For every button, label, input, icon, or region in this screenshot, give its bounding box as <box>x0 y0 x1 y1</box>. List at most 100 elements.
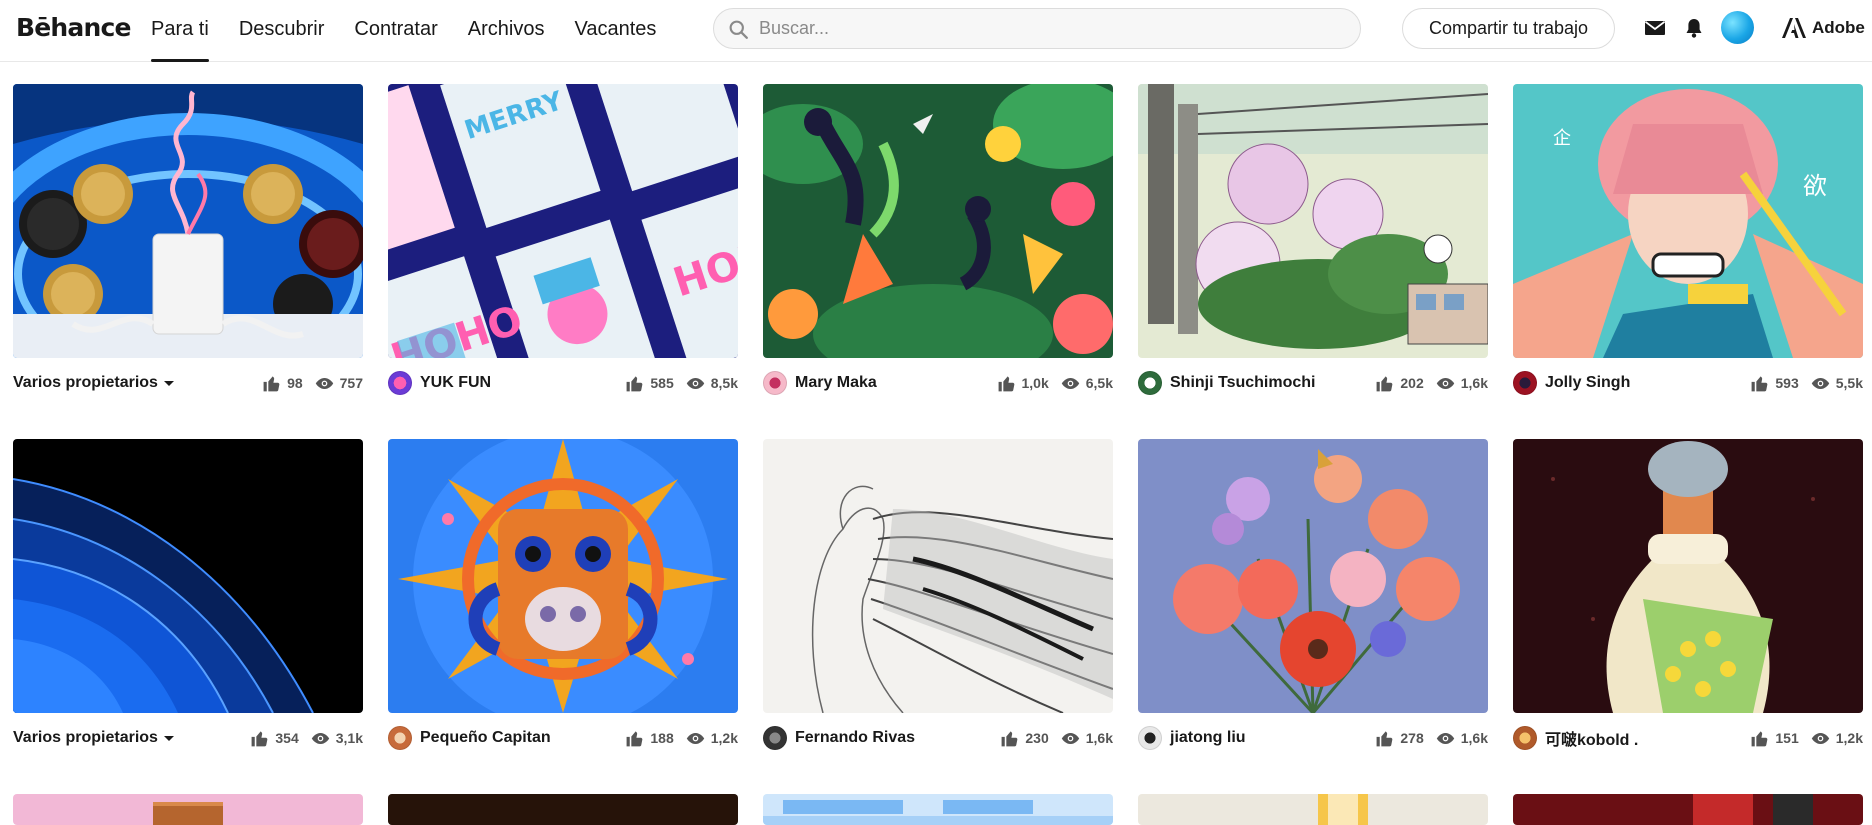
project-thumbnail[interactable] <box>388 439 738 713</box>
like-count: 188 <box>650 730 674 746</box>
project-thumbnail[interactable] <box>763 84 1113 358</box>
behance-logo[interactable]: Bēhance <box>16 13 131 43</box>
project-meta: 可啵kobold . 151 1,2k <box>1513 725 1863 751</box>
project-meta: Jolly Singh 593 5,5k <box>1513 370 1863 396</box>
nav-descubrir[interactable]: Descubrir <box>239 0 325 62</box>
owner-avatar <box>763 371 787 395</box>
view-count: 1,6k <box>1460 375 1488 391</box>
project-meta: Shinji Tsuchimochi 202 1,6k <box>1138 370 1488 396</box>
search-icon <box>729 20 748 39</box>
project-stats: 278 1,6k <box>1375 725 1488 751</box>
thumbs-up-icon <box>626 375 643 391</box>
project-thumbnail[interactable] <box>1138 794 1488 825</box>
view-count: 6,5k <box>1085 375 1113 391</box>
adobe-label: Adobe <box>1812 18 1865 37</box>
project-stats: 202 1,6k <box>1375 370 1488 396</box>
owner-avatar <box>1138 726 1162 750</box>
owner-name: Varios propietarios <box>13 729 158 746</box>
owner-avatar <box>1513 371 1537 395</box>
project-stats: 354 3,1k <box>250 725 363 751</box>
thumbs-up-icon <box>263 375 280 391</box>
like-count: 98 <box>287 375 303 391</box>
project-thumbnail[interactable]: 企 欲 <box>1513 84 1863 358</box>
adobe-icon <box>1782 18 1806 38</box>
owner-name: Jolly Singh <box>1545 374 1631 391</box>
owner-link[interactable]: Shinji Tsuchimochi <box>1138 370 1316 396</box>
owner-dropdown[interactable]: Varios propietarios <box>13 370 174 396</box>
view-count: 1,2k <box>1835 730 1863 746</box>
project-meta: Pequeño Capitan 188 1,2k <box>388 725 738 751</box>
owner-link[interactable]: Fernando Rivas <box>763 725 915 751</box>
owner-link[interactable]: 可啵kobold . <box>1513 725 1638 751</box>
eye-icon <box>1061 377 1079 389</box>
svg-text:欲: 欲 <box>1803 172 1827 200</box>
eye-icon <box>311 732 329 744</box>
nav-contratar[interactable]: Contratar <box>354 0 437 62</box>
project-thumbnail[interactable] <box>763 794 1113 825</box>
thumbs-up-icon <box>1751 730 1768 746</box>
eye-icon <box>1811 377 1829 389</box>
search-input[interactable] <box>759 9 1349 48</box>
owner-name: Varios propietarios <box>13 374 158 391</box>
thumbs-up-icon <box>1001 730 1018 746</box>
like-count: 354 <box>275 730 299 746</box>
caret-down-icon <box>163 736 174 741</box>
project-thumbnail[interactable] <box>388 794 738 825</box>
eye-icon <box>1811 732 1829 744</box>
like-count: 1,0k <box>1021 375 1049 391</box>
eye-icon <box>686 732 704 744</box>
project-stats: 151 1,2k <box>1750 725 1863 751</box>
nav-archivos[interactable]: Archivos <box>468 0 545 62</box>
owner-link[interactable]: YUK FUN <box>388 370 491 396</box>
user-avatar[interactable] <box>1721 11 1754 44</box>
view-count: 5,5k <box>1835 375 1863 391</box>
project-meta: Varios propietarios 98 757 <box>13 370 363 396</box>
project-stats: 593 5,5k <box>1750 370 1863 396</box>
project-thumbnail[interactable]: HOHO HOH MERRY <box>388 84 738 358</box>
view-count: 3,1k <box>335 730 363 746</box>
owner-avatar <box>1513 726 1537 750</box>
project-thumbnail[interactable] <box>13 84 363 358</box>
owner-link[interactable]: Pequeño Capitan <box>388 725 551 751</box>
project-stats: 98 757 <box>262 370 363 396</box>
project-thumbnail[interactable] <box>1138 84 1488 358</box>
view-count: 1,6k <box>1085 730 1113 746</box>
project-thumbnail[interactable] <box>1138 439 1488 713</box>
mail-icon[interactable] <box>1643 16 1667 40</box>
nav-vacantes[interactable]: Vacantes <box>574 0 656 62</box>
owner-name: YUK FUN <box>420 374 492 391</box>
project-thumbnail[interactable] <box>763 439 1113 713</box>
project-meta: Fernando Rivas 230 1,6k <box>763 725 1113 751</box>
bell-icon[interactable] <box>1682 16 1706 40</box>
project-thumbnail[interactable] <box>1513 794 1863 825</box>
project-thumbnail[interactable] <box>13 439 363 713</box>
owner-dropdown[interactable]: Varios propietarios <box>13 725 174 751</box>
share-work-button[interactable]: Compartir tu trabajo <box>1402 8 1615 49</box>
like-count: 230 <box>1025 730 1049 746</box>
eye-icon <box>686 377 704 389</box>
owner-avatar <box>1138 371 1162 395</box>
eye-icon <box>1436 377 1454 389</box>
caret-down-icon <box>163 381 174 386</box>
owner-link[interactable]: Mary Maka <box>763 370 877 396</box>
search-box[interactable] <box>713 8 1361 49</box>
thumbs-up-icon <box>1376 375 1393 391</box>
project-meta: Varios propietarios 354 3,1k <box>13 725 363 751</box>
nav-para-ti[interactable]: Para ti <box>151 0 209 62</box>
project-thumbnail[interactable] <box>1513 439 1863 713</box>
eye-icon <box>315 377 333 389</box>
main-nav: Para ti Descubrir Contratar Archivos Vac… <box>151 0 686 62</box>
owner-name: Pequeño Capitan <box>420 729 551 746</box>
owner-avatar <box>388 726 412 750</box>
project-meta: jiatong liu 278 1,6k <box>1138 725 1488 751</box>
adobe-link[interactable]: Adobe <box>1782 16 1865 40</box>
project-stats: 585 8,5k <box>625 370 738 396</box>
project-stats: 1,0k 6,5k <box>997 370 1113 396</box>
svg-text:企: 企 <box>1553 128 1571 149</box>
owner-link[interactable]: Jolly Singh <box>1513 370 1630 396</box>
owner-avatar <box>388 371 412 395</box>
project-thumbnail[interactable] <box>13 794 363 825</box>
view-count: 8,5k <box>710 375 738 391</box>
owner-link[interactable]: jiatong liu <box>1138 725 1246 751</box>
project-stats: 188 1,2k <box>625 725 738 751</box>
